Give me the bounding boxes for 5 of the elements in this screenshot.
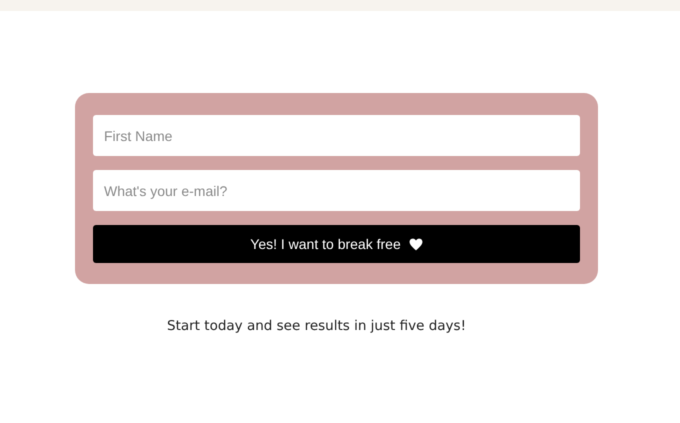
input-field[interactable]: What's your e-mail? bbox=[93, 170, 580, 211]
heart-icon bbox=[408, 238, 423, 250]
caption: Start today and see results in just five days! bbox=[167, 318, 466, 334]
input-field[interactable]: First Name bbox=[93, 115, 580, 156]
submit-button[interactable]: Yes! I want to break free bbox=[93, 225, 580, 263]
